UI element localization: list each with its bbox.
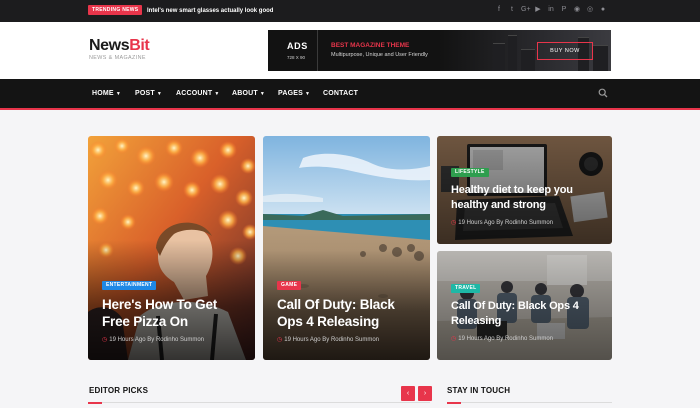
next-button[interactable]: › bbox=[418, 386, 432, 401]
site-logo[interactable]: NewsBit bbox=[89, 37, 150, 54]
card-by: By bbox=[496, 220, 504, 226]
caret-down-icon: ▼ bbox=[305, 91, 311, 97]
category-badge[interactable]: GAME bbox=[277, 281, 302, 290]
caret-down-icon: ▼ bbox=[214, 91, 220, 97]
card-author[interactable]: Rodinho Summon bbox=[156, 337, 204, 343]
trending-headline[interactable]: Intel's new smart glasses actually look … bbox=[147, 7, 273, 15]
card-time: 19 Hours Ago bbox=[458, 220, 495, 226]
card-title[interactable]: Here's How To Get Free Pizza On bbox=[102, 296, 242, 330]
nav-item-contact[interactable]: CONTACT bbox=[323, 79, 358, 108]
editor-picks-heading: EDITOR PICKS bbox=[89, 386, 149, 395]
card-author[interactable]: Rodinho Summon bbox=[331, 337, 379, 343]
reddit-icon[interactable]: ● bbox=[599, 5, 607, 15]
nav-item-label: ACCOUNT bbox=[176, 90, 213, 97]
card-time: 19 Hours Ago bbox=[109, 337, 146, 343]
nav-item-home[interactable]: HOME ▼ bbox=[92, 79, 121, 108]
main-nav: HOME ▼ POST ▼ ACCOUNT ▼ ABOUT ▼ PAGES ▼ CONTA… bbox=[0, 79, 700, 110]
card-meta: ◷ 19 Hours Ago By Rodinho Summon bbox=[277, 336, 379, 344]
stay-in-touch-heading: STAY IN TOUCH bbox=[447, 386, 511, 395]
trending-badge: TRENDING NEWS bbox=[88, 5, 143, 15]
featured-card-travel[interactable]: TRAVEL Call Of Duty: Black Ops 4 Releasi… bbox=[437, 251, 612, 360]
featured-card-entertainment[interactable]: ENTERTAINMENT Here's How To Get Free Piz… bbox=[88, 136, 255, 360]
card-author[interactable]: Rodinho Summon bbox=[505, 220, 553, 226]
buy-now-button[interactable]: BUY NOW bbox=[537, 42, 593, 60]
ad-building bbox=[493, 43, 505, 71]
card-title[interactable]: Call Of Duty: Black Ops 4 Releasing bbox=[451, 299, 603, 329]
featured-card-lifestyle[interactable]: LIFESTYLE Healthy diet to keep you healt… bbox=[437, 136, 612, 244]
ad-title: BEST MAGAZINE THEME bbox=[331, 42, 410, 49]
rss-icon[interactable]: ◉ bbox=[573, 5, 581, 15]
ad-label: ADS bbox=[287, 41, 308, 51]
clock-icon: ◷ bbox=[277, 337, 283, 343]
logo-tagline: NEWS & MAGAZINE bbox=[89, 55, 146, 61]
nav-item-label: CONTACT bbox=[323, 90, 359, 97]
card-time: 19 Hours Ago bbox=[458, 336, 495, 342]
caret-down-icon: ▼ bbox=[259, 91, 266, 97]
clock-icon: ◷ bbox=[451, 220, 457, 226]
ad-building bbox=[508, 35, 517, 71]
clock-icon: ◷ bbox=[102, 337, 108, 343]
section-accent bbox=[447, 402, 461, 404]
youtube-icon[interactable]: ▶ bbox=[534, 5, 542, 15]
caret-down-icon: ▼ bbox=[156, 91, 163, 97]
twitter-icon[interactable]: t bbox=[508, 5, 516, 15]
caret-down-icon: ▼ bbox=[115, 91, 121, 97]
clock-icon: ◷ bbox=[451, 336, 457, 342]
card-by: By bbox=[147, 337, 155, 343]
nav-item-label: PAGES bbox=[278, 90, 303, 97]
ad-building bbox=[593, 45, 608, 71]
nav-item-pages[interactable]: PAGES ▼ bbox=[278, 79, 310, 108]
prev-button[interactable]: ‹ bbox=[401, 386, 415, 401]
facebook-icon[interactable]: f bbox=[495, 5, 503, 15]
category-badge[interactable]: LIFESTYLE bbox=[451, 168, 489, 177]
social-links: f t G+ ▶ in P ◉ ◎ ● bbox=[495, 5, 607, 15]
logo-main: News bbox=[89, 37, 130, 54]
nav-item-label: POST bbox=[135, 90, 155, 97]
card-meta: ◷ 19 Hours Ago By Rodinho Summon bbox=[451, 219, 553, 227]
logo-accent: Bit bbox=[129, 37, 150, 54]
ad-subtitle: Multipurpose, Unique and User Friendly bbox=[331, 52, 428, 58]
search-icon[interactable] bbox=[598, 88, 608, 98]
nav-item-label: HOME bbox=[92, 90, 114, 97]
card-time: 19 Hours Ago bbox=[284, 337, 321, 343]
ad-banner[interactable]: ADS 728 X 90 BEST MAGAZINE THEME Multipu… bbox=[268, 30, 611, 71]
section-divider bbox=[447, 402, 612, 403]
nav-item-account[interactable]: ACCOUNT ▼ bbox=[176, 79, 220, 108]
card-title[interactable]: Healthy diet to keep you healthy and str… bbox=[451, 183, 603, 213]
top-bar: TRENDING NEWS Intel's new smart glasses … bbox=[0, 0, 700, 22]
nav-item-label: ABOUT bbox=[232, 90, 258, 97]
linkedin-icon[interactable]: in bbox=[547, 5, 555, 15]
category-badge[interactable]: TRAVEL bbox=[451, 284, 481, 293]
featured-card-game[interactable]: GAME Call Of Duty: Black Ops 4 Releasing… bbox=[263, 136, 430, 360]
card-meta: ◷ 19 Hours Ago By Rodinho Summon bbox=[102, 336, 204, 344]
nav-item-post[interactable]: POST ▼ bbox=[135, 79, 162, 108]
ad-building bbox=[521, 49, 535, 71]
github-icon[interactable]: ◎ bbox=[586, 5, 594, 15]
card-by: By bbox=[496, 336, 504, 342]
card-title[interactable]: Call Of Duty: Black Ops 4 Releasing bbox=[277, 296, 422, 330]
ad-size: 728 X 90 bbox=[287, 55, 306, 60]
pinterest-icon[interactable]: P bbox=[560, 5, 568, 15]
section-accent bbox=[88, 402, 102, 404]
category-badge[interactable]: ENTERTAINMENT bbox=[102, 281, 157, 290]
google-plus-icon[interactable]: G+ bbox=[521, 5, 531, 15]
nav-item-about[interactable]: ABOUT ▼ bbox=[232, 79, 265, 108]
card-by: By bbox=[322, 337, 330, 343]
section-divider bbox=[88, 402, 430, 403]
card-author[interactable]: Rodinho Summon bbox=[505, 336, 553, 342]
card-meta: ◷ 19 Hours Ago By Rodinho Summon bbox=[451, 335, 553, 343]
